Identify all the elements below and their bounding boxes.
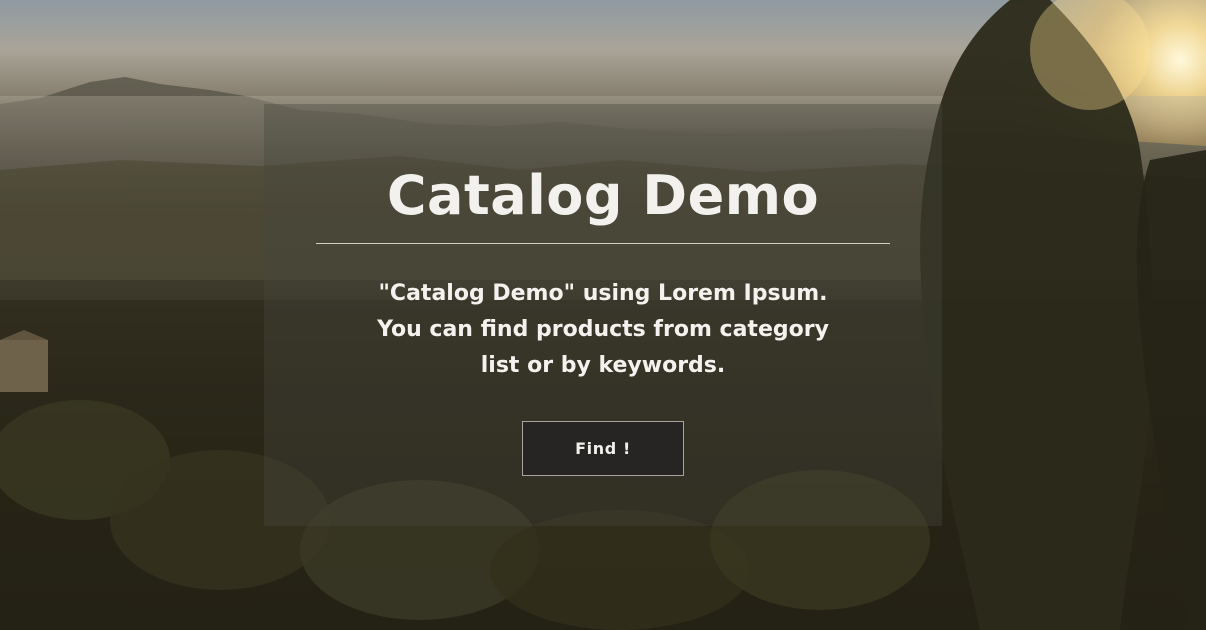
find-button[interactable]: Find ! (522, 421, 684, 476)
hero-description-line: "Catalog Demo" using Lorem Ipsum. (378, 281, 828, 306)
hero-description: "Catalog Demo" using Lorem Ipsum. You ca… (316, 276, 890, 384)
page-title: Catalog Demo (386, 164, 820, 227)
cypress-trees (920, 0, 1206, 630)
hero-description-line: You can find products from category (377, 317, 829, 342)
hero-description-line: list or by keywords. (480, 353, 726, 378)
title-divider (316, 243, 890, 244)
